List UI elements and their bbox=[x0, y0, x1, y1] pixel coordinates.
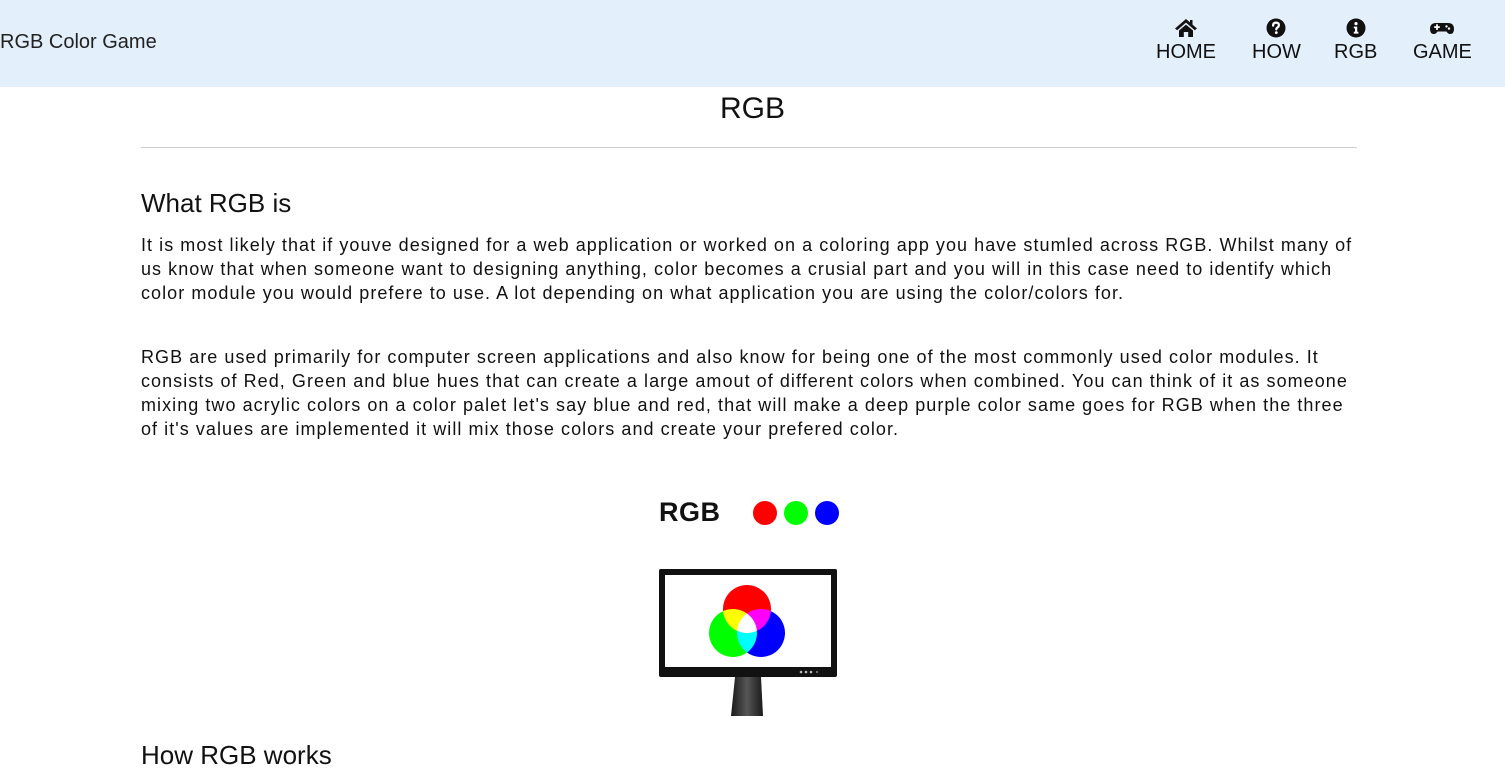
nav-item-game[interactable]: GAME bbox=[1413, 18, 1472, 63]
nav-label-how: HOW bbox=[1252, 41, 1301, 63]
section-heading-what-rgb-is: What RGB is bbox=[141, 188, 292, 218]
monitor-rgb-illustration bbox=[659, 569, 837, 716]
paragraph-rgb-usage: RGB are used primarily for computer scre… bbox=[141, 347, 1348, 439]
nav-item-home[interactable]: HOME bbox=[1156, 18, 1216, 63]
top-navbar: RGB Color Game HOME HOW RGB GAME bbox=[0, 0, 1505, 87]
nav-item-rgb[interactable]: RGB bbox=[1334, 18, 1377, 63]
red-dot bbox=[753, 501, 777, 525]
info-circle-icon bbox=[1346, 18, 1366, 38]
brand-link[interactable]: RGB Color Game bbox=[0, 31, 157, 54]
gamepad-icon bbox=[1430, 23, 1455, 34]
rgb-logo-image: RGB bbox=[659, 496, 849, 532]
rgb-logo-text: RGB bbox=[659, 497, 721, 527]
blue-dot bbox=[815, 501, 839, 525]
question-circle-icon bbox=[1266, 18, 1286, 38]
green-dot bbox=[784, 501, 808, 525]
main-nav: HOME HOW RGB GAME bbox=[1145, 18, 1505, 68]
home-icon bbox=[1175, 19, 1197, 37]
title-divider bbox=[141, 147, 1357, 148]
nav-label-rgb: RGB bbox=[1334, 41, 1378, 63]
nav-item-how[interactable]: HOW bbox=[1252, 18, 1301, 63]
paragraph-intro: It is most likely that if youve designed… bbox=[141, 235, 1353, 303]
page-title: RGB bbox=[719, 92, 785, 125]
nav-label-game: GAME bbox=[1413, 41, 1472, 63]
section-heading-how-rgb-works: How RGB works bbox=[141, 740, 332, 770]
nav-label-home: HOME bbox=[1156, 41, 1216, 63]
